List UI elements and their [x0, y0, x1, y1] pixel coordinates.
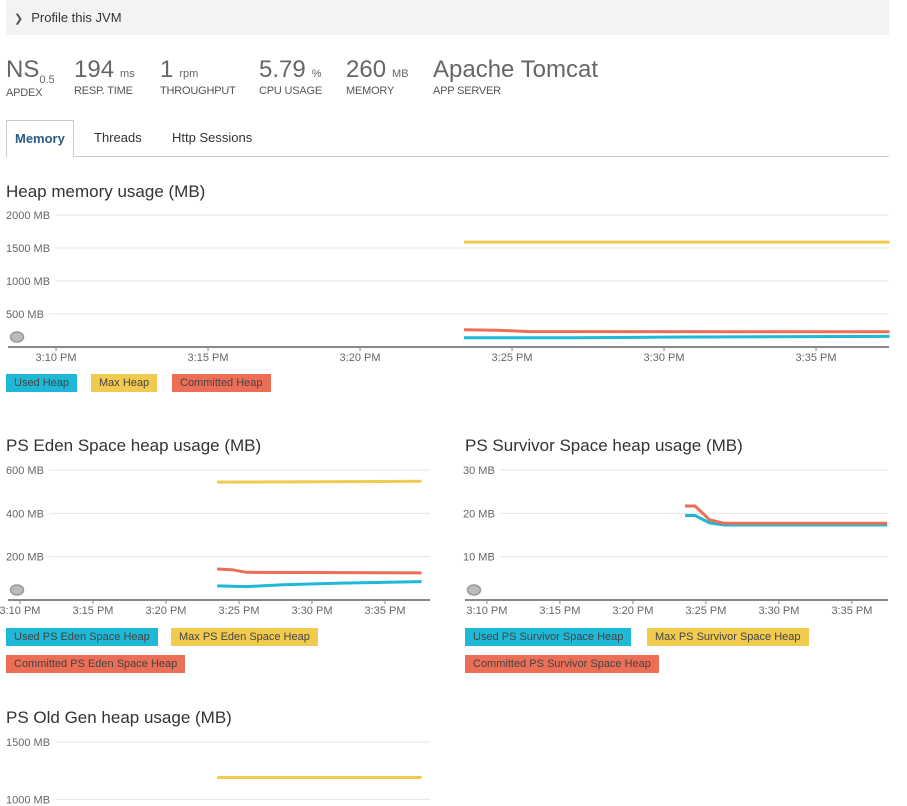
x-tick-label: 3:10 PM	[36, 352, 77, 364]
series-line-used	[463, 334, 890, 340]
legend-committed-eden[interactable]: Committed PS Eden Space Heap	[6, 655, 186, 673]
y-tick-label: 1000 MB	[6, 794, 50, 806]
x-tick-label: 3:20 PM	[146, 605, 187, 617]
x-tick-label: 3:35 PM	[831, 605, 872, 617]
x-tick-label: 3:35 PM	[365, 605, 406, 617]
series-line-used	[217, 580, 422, 589]
x-tick-label: 3:25 PM	[219, 605, 260, 617]
y-tick-label: 1500 MB	[6, 243, 50, 255]
y-tick-label: 1000 MB	[6, 276, 50, 288]
y-tick-label: 600 MB	[6, 465, 44, 477]
x-tick-label: 3:35 PM	[796, 352, 837, 364]
x-tick-label: 3:20 PM	[612, 605, 653, 617]
x-tick-label: 3:30 PM	[644, 352, 685, 364]
legend-committed-survivor[interactable]: Committed PS Survivor Space Heap	[465, 655, 659, 673]
x-tick-label: 3:10 PM	[466, 605, 507, 617]
x-tick-label: 3:25 PM	[492, 352, 533, 364]
legend-max-survivor[interactable]: Max PS Survivor Space Heap	[647, 628, 809, 646]
loading-indicator-icon	[466, 584, 482, 596]
y-tick-label: 2000 MB	[6, 210, 50, 222]
x-tick-label: 3:20 PM	[340, 352, 381, 364]
x-tick-label: 3:25 PM	[685, 605, 726, 617]
loading-indicator-icon	[9, 331, 25, 343]
series-line-committed	[463, 328, 890, 334]
y-tick-label: 1500 MB	[6, 737, 50, 749]
legend-max-heap[interactable]: Max Heap	[91, 374, 158, 392]
series-line-max	[217, 479, 422, 484]
x-tick-label: 3:30 PM	[758, 605, 799, 617]
x-tick-label: 3:15 PM	[72, 605, 113, 617]
legend-used-survivor[interactable]: Used PS Survivor Space Heap	[465, 628, 632, 646]
x-tick-label: 3:10 PM	[0, 605, 40, 617]
loading-indicator-icon	[9, 584, 25, 596]
y-tick-label: 10 MB	[463, 552, 495, 564]
y-tick-label: 400 MB	[6, 508, 44, 520]
legend-used-eden[interactable]: Used PS Eden Space Heap	[6, 628, 158, 646]
y-tick-label: 500 MB	[6, 309, 44, 321]
series-line-committed	[685, 504, 888, 525]
x-tick-label: 3:30 PM	[292, 605, 333, 617]
legend-committed-heap[interactable]: Committed Heap	[172, 374, 271, 392]
legend-used-heap[interactable]: Used Heap	[6, 374, 78, 392]
x-tick-label: 3:15 PM	[539, 605, 580, 617]
series-line-committed	[217, 567, 422, 575]
y-tick-label: 200 MB	[6, 552, 44, 564]
legend-max-eden[interactable]: Max PS Eden Space Heap	[171, 628, 318, 646]
y-tick-label: 20 MB	[463, 508, 495, 520]
x-tick-label: 3:15 PM	[188, 352, 229, 364]
y-tick-label: 30 MB	[463, 465, 495, 477]
charts-canvas: 500 MB 1000 MB 1500 MB 2000 MB 3:10 PM 3:15 P…	[0, 210, 890, 806]
